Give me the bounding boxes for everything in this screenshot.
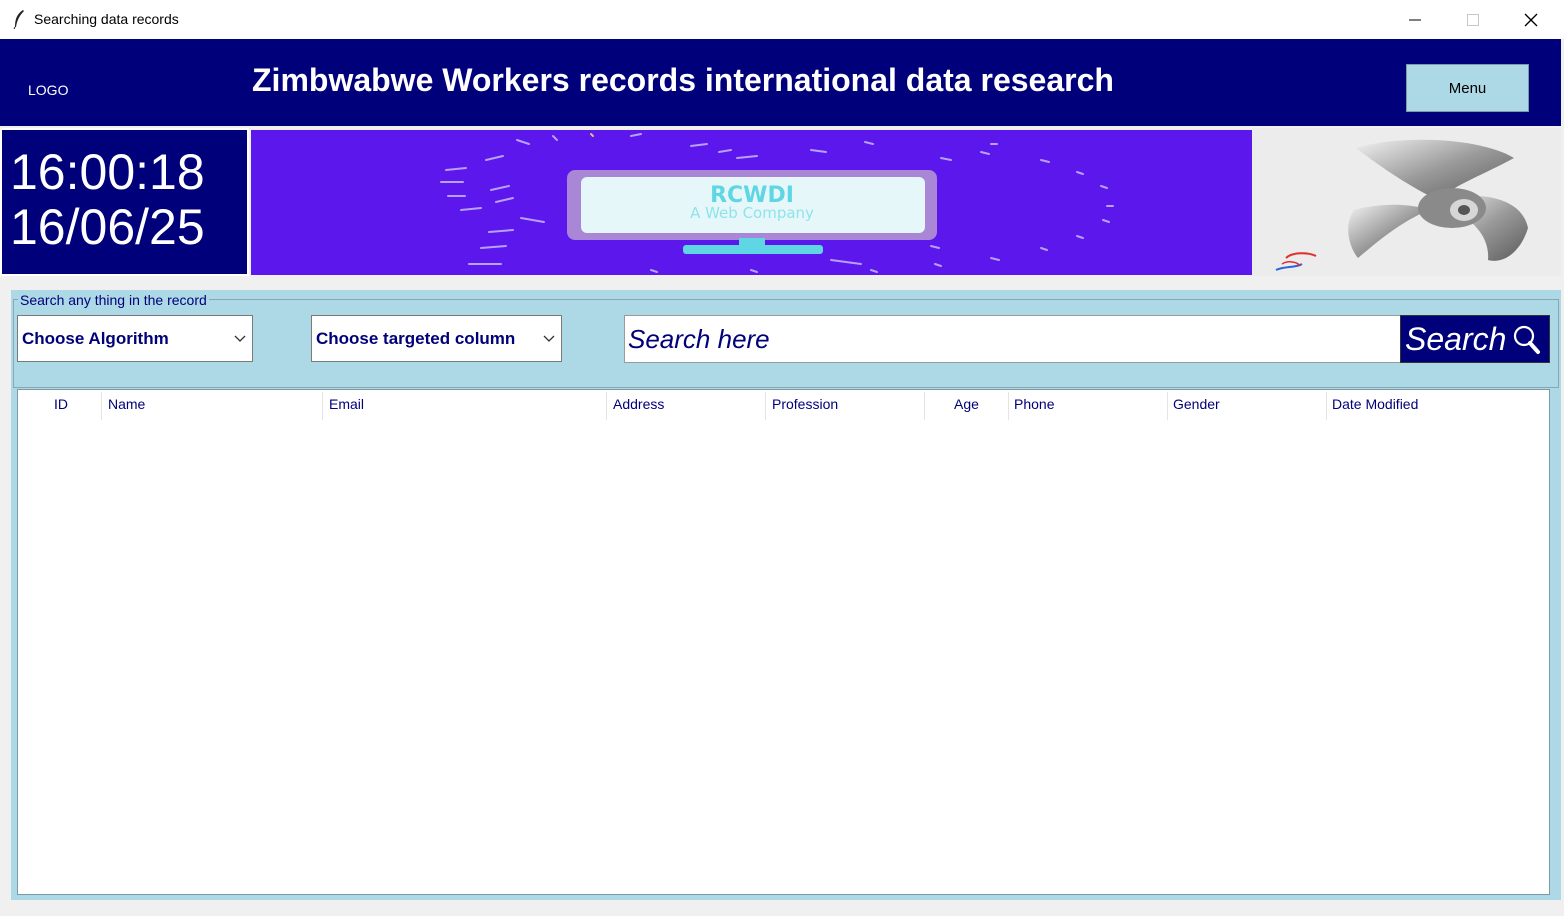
close-icon [1524,13,1538,26]
window-title: Searching data records [34,11,179,27]
column-separator[interactable] [1167,392,1168,420]
search-input[interactable] [624,315,1401,363]
column-select-value: Choose targeted column [316,328,516,348]
close-button[interactable] [1502,0,1560,39]
search-frame-label: Search any thing in the record [18,292,209,308]
column-header-name[interactable]: Name [108,396,145,412]
algorithm-select-value: Choose Algorithm [22,328,169,348]
column-header-gender[interactable]: Gender [1173,396,1220,412]
minimize-icon [1409,19,1421,20]
logo: LOGO [28,82,69,98]
fan-image [1252,128,1561,276]
maximize-icon [1467,13,1479,26]
column-separator[interactable] [322,392,323,420]
column-header-profession[interactable]: Profession [772,396,838,412]
algorithm-select[interactable]: Choose Algorithm [17,315,253,362]
column-separator[interactable] [765,392,766,420]
records-table[interactable] [17,389,1550,895]
small-logo-icon [1275,252,1317,271]
column-header-age[interactable]: Age [954,396,979,412]
column-header-address[interactable]: Address [613,396,664,412]
column-header-email[interactable]: Email [329,396,364,412]
column-header-id[interactable]: ID [54,396,68,412]
window-bottom-edge [0,900,1564,916]
column-separator[interactable] [924,392,925,420]
company-banner: RCWDI A Web Company [251,130,1252,275]
chevron-down-icon [234,335,246,342]
chevron-down-icon [543,335,555,342]
title-bar [0,0,1564,39]
menu-button[interactable]: Menu [1406,64,1529,112]
column-separator[interactable] [1326,392,1327,420]
column-separator[interactable] [606,392,607,420]
column-separator[interactable] [1008,392,1009,420]
column-select[interactable]: Choose targeted column [311,315,562,362]
minimize-button[interactable] [1386,0,1444,39]
banner-graphic: RCWDI A Web Company [440,133,1114,273]
clock-time: 16:00:18 [10,144,205,200]
page-title: Zimbwabwe Workers records international … [252,62,1114,98]
column-header-date-modified[interactable]: Date Modified [1332,396,1418,412]
column-header-phone[interactable]: Phone [1014,396,1054,412]
feather-icon [13,10,24,29]
search-icon [1514,325,1541,354]
maximize-button[interactable] [1444,0,1502,39]
banner-subtitle: A Web Company [690,204,814,222]
clock-date: 16/06/25 [10,199,205,255]
fan-icon [1275,139,1528,271]
search-button-label: Search [1405,320,1507,357]
search-button[interactable]: Search [1400,315,1550,363]
column-separator[interactable] [101,392,102,420]
